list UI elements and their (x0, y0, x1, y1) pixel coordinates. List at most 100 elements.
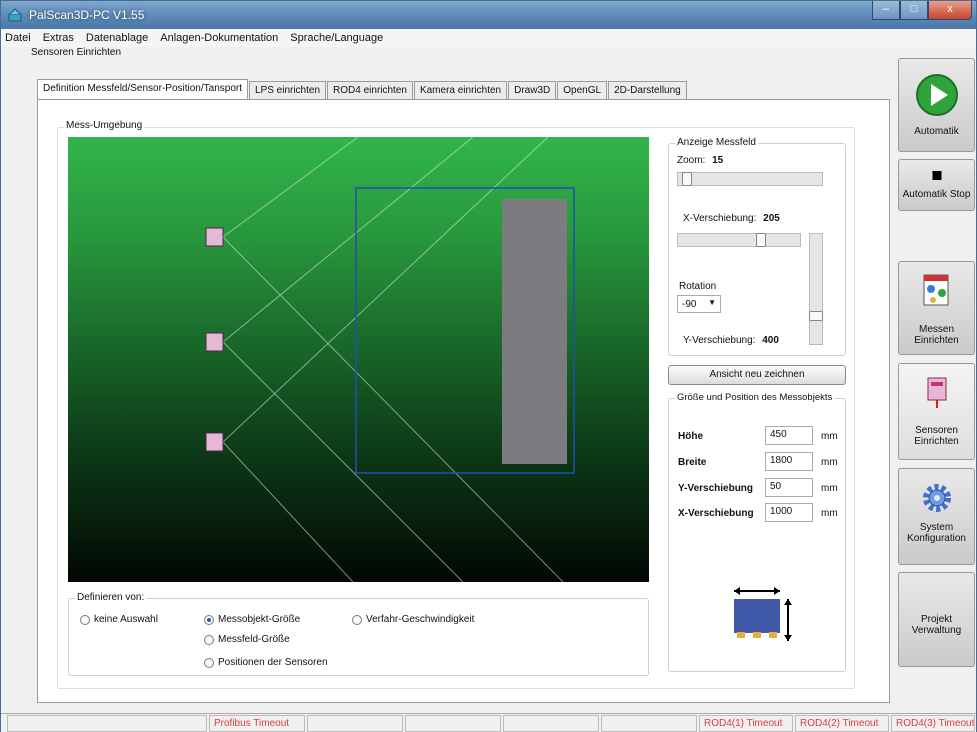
anzeige-messfeld-label: Anzeige Messfeld (675, 137, 758, 148)
play-icon (915, 74, 958, 116)
projekt-line2: Verwaltung (911, 625, 962, 636)
definieren-label: Definieren von: (75, 592, 147, 603)
close-button[interactable]: x (928, 1, 972, 20)
y-shift-readout: Y-Verschiebung: 400 (683, 335, 779, 346)
tab-2d-darstellung[interactable]: 2D-Darstellung (608, 81, 687, 100)
automatik-button[interactable]: Automatik (898, 58, 975, 152)
measurement-scene (205, 137, 575, 582)
app-icon (8, 8, 22, 22)
beam-line (222, 341, 464, 582)
radio-messobjekt-groesse[interactable]: Messobjekt-Größe (204, 614, 300, 625)
status-bar: Profibus Timeout ROD4(1) Timeout ROD4(2)… (1, 713, 976, 732)
menu-bar: Datei Extras Datenablage Anlagen-Dokumen… (1, 29, 976, 47)
projekt-verwaltung-label: Projekt Verwaltung (899, 614, 974, 636)
hoehe-unit: mm (821, 431, 838, 442)
hoehe-label: Höhe (678, 431, 703, 442)
tab-strip: Definition Messfeld/Sensor-Position/Tans… (37, 79, 688, 100)
tab-definition-messfeld[interactable]: Definition Messfeld/Sensor-Position/Tans… (37, 79, 248, 100)
rotation-select[interactable]: -90 ▼ (677, 295, 721, 313)
menu-datei[interactable]: Datei (5, 32, 31, 44)
rotation-label: Rotation (679, 281, 717, 292)
definieren-group: Definieren von: (68, 592, 649, 676)
radio-positionen-sensoren[interactable]: Positionen der Sensoren (204, 657, 328, 668)
menu-sprache[interactable]: Sprache/Language (290, 32, 383, 44)
measure-setup-icon (923, 274, 948, 306)
menu-anlagen-dokumentation[interactable]: Anlagen-Dokumentation (160, 32, 278, 44)
sensoren-einrichten-button[interactable]: Sensoren Einrichten (898, 363, 975, 460)
stop-icon (932, 171, 941, 180)
gear-icon (922, 484, 951, 512)
radio-dot (204, 657, 214, 668)
window-title: PalScan3D-PC V1.55 (29, 8, 145, 22)
system-konfiguration-button[interactable]: System Konfiguration (898, 468, 975, 565)
measured-object[interactable] (502, 199, 567, 464)
measurement-viewport[interactable] (68, 137, 649, 582)
messen-line2: Einrichten (914, 335, 959, 346)
tab-kamera-einrichten[interactable]: Kamera einrichten (413, 81, 508, 100)
messen-einrichten-button[interactable]: Messen Einrichten (898, 261, 975, 355)
system-konfiguration-label: System Konfiguration (899, 522, 974, 544)
projekt-line1: Projekt (920, 614, 953, 625)
radio-label: Messfeld-Größe (218, 634, 290, 645)
y-shift-value: 400 (762, 335, 779, 346)
beam-line (222, 137, 474, 343)
tab-opengl[interactable]: OpenGL (557, 81, 608, 100)
tab-draw3d[interactable]: Draw3D (508, 81, 557, 100)
automatik-stop-button[interactable]: Automatik Stop (898, 159, 975, 211)
minimize-button[interactable]: – (872, 1, 900, 20)
menu-datenablage[interactable]: Datenablage (86, 32, 148, 44)
redraw-view-button[interactable]: Ansicht neu zeichnen (668, 365, 846, 385)
sensor-2[interactable] (205, 332, 224, 352)
status-rod4-2: ROD4(2) Timeout (795, 715, 889, 732)
x-shift-slider[interactable] (677, 233, 801, 247)
zoom-slider[interactable] (677, 172, 823, 186)
sensoren-line2: Einrichten (914, 436, 959, 447)
radio-keine-auswahl[interactable]: keine Auswahl (80, 614, 158, 625)
x-verschiebung-unit: mm (821, 508, 838, 519)
zoom-readout: Zoom: 15 (677, 155, 723, 166)
x-verschiebung-label: X-Verschiebung (678, 508, 754, 519)
y-shift-slider[interactable] (809, 233, 823, 345)
x-shift-readout: X-Verschiebung: 205 (683, 213, 780, 224)
radio-verfahr-geschwindigkeit[interactable]: Verfahr-Geschwindigkeit (352, 614, 474, 625)
object-size-icon (734, 587, 792, 641)
sensors (205, 227, 224, 452)
x-shift-label: X-Verschiebung: (683, 213, 757, 224)
beam-line (222, 137, 359, 238)
mess-umgebung-label: Mess-Umgebung (64, 120, 145, 131)
beam-line (222, 441, 354, 582)
y-verschiebung-unit: mm (821, 483, 838, 494)
x-shift-slider-thumb[interactable] (756, 233, 766, 247)
radio-label: keine Auswahl (94, 614, 158, 625)
maximize-button[interactable]: □ (900, 1, 928, 20)
automatik-label: Automatik (914, 126, 959, 137)
status-profibus: Profibus Timeout (209, 715, 305, 732)
title-bar: PalScan3D-PC V1.55 – □ x (1, 1, 976, 29)
messobjekt-label: Größe und Position des Messobjekts (675, 392, 835, 403)
radio-messfeld-groesse[interactable]: Messfeld-Größe (204, 634, 290, 645)
zoom-label: Zoom: (677, 155, 706, 166)
y-shift-slider-thumb[interactable] (809, 311, 823, 321)
status-cell-empty (7, 715, 207, 732)
status-cell-empty (405, 715, 501, 732)
y-verschiebung-label: Y-Verschiebung (678, 483, 754, 494)
tab-rod4-einrichten[interactable]: ROD4 einrichten (327, 81, 413, 100)
breite-input[interactable]: 1800 (765, 452, 813, 471)
messen-line1: Messen (918, 324, 954, 335)
zoom-slider-thumb[interactable] (682, 172, 692, 186)
sensor-3[interactable] (205, 432, 224, 452)
system-line1: System (919, 522, 954, 533)
y-verschiebung-input[interactable]: 50 (765, 478, 813, 497)
status-cell-empty (601, 715, 697, 732)
menu-extras[interactable]: Extras (43, 32, 74, 44)
radio-label: Verfahr-Geschwindigkeit (366, 614, 475, 625)
chevron-down-icon: ▼ (708, 298, 716, 307)
zoom-value: 15 (712, 155, 724, 166)
projekt-verwaltung-button[interactable]: Projekt Verwaltung (898, 572, 975, 667)
status-cell-empty (307, 715, 403, 732)
hoehe-input[interactable]: 450 (765, 426, 813, 445)
tab-lps-einrichten[interactable]: LPS einrichten (248, 81, 327, 100)
x-verschiebung-input[interactable]: 1000 (765, 503, 813, 522)
sensor-1[interactable] (205, 227, 224, 247)
radio-label: Messobjekt-Größe (218, 614, 301, 625)
